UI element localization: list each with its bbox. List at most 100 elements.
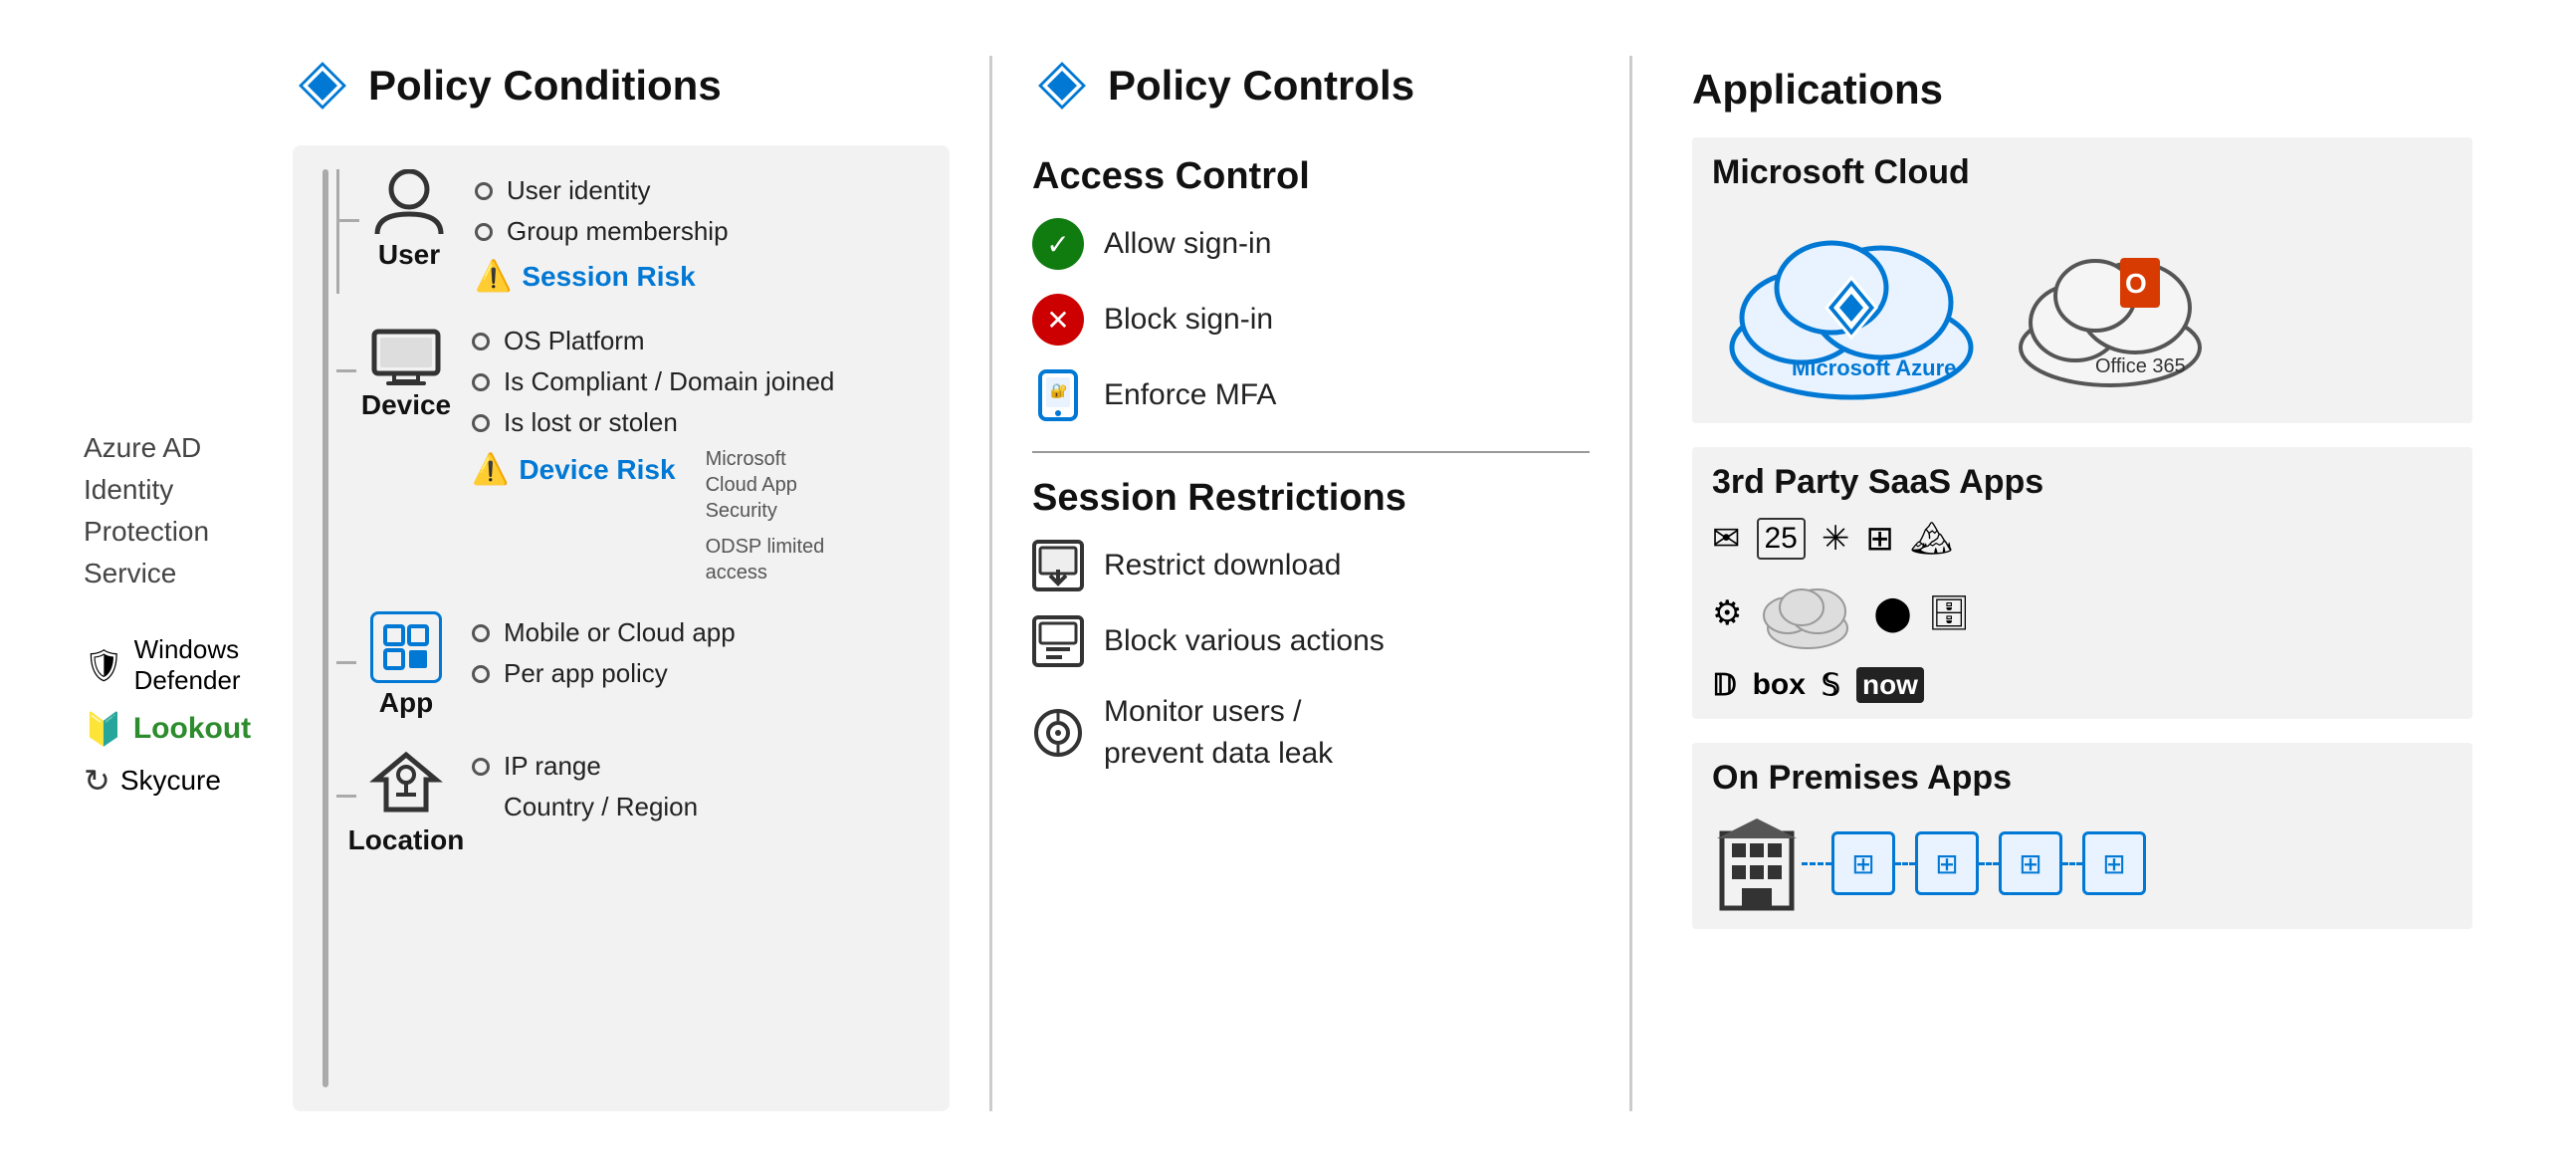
- windows-defender-item: 🛡 WindowsDefender: [84, 634, 263, 696]
- circle-bullet: [472, 665, 490, 683]
- ip-range-item: IP range: [472, 751, 920, 782]
- calendar-app-icon: 25: [1757, 518, 1806, 560]
- svg-text:Office 365: Office 365: [2095, 355, 2186, 377]
- country-region-label: Country / Region: [472, 792, 698, 822]
- user-icon-col: User: [359, 169, 459, 271]
- location-group: Location IP range Country / Region: [336, 745, 920, 856]
- user-icon: [369, 169, 449, 239]
- allow-signin-label: Allow sign-in: [1104, 227, 1271, 261]
- app-group: App Mobile or Cloud app Per app policy: [336, 611, 920, 719]
- proxy-box-1: ⊞: [1831, 831, 1895, 895]
- access-control-title: Access Control: [1032, 155, 1590, 198]
- diamond-icon-controls: [1032, 56, 1092, 116]
- controls-content: Access Control ✓ Allow sign-in ✕ Block s…: [1032, 145, 1590, 1111]
- warning-icon: ⚠️: [472, 452, 509, 487]
- applications-section: Applications Microsoft Cloud: [1672, 56, 2492, 1111]
- controls-divider: [1032, 451, 1590, 453]
- microsoft-cloud-section: Microsoft Cloud Microsoft Azure: [1692, 137, 2472, 423]
- azure-cloud-svg: Microsoft Azure: [1712, 208, 1991, 407]
- app-horiz-line: [336, 661, 356, 664]
- proxy-box-4: ⊞: [2082, 831, 2146, 895]
- group-membership-item: Group membership: [475, 216, 920, 247]
- device-icon-col: Device: [356, 320, 456, 421]
- allow-icon: ✓: [1032, 218, 1084, 270]
- user-horiz-line: [339, 219, 359, 222]
- restrict-download-item: Restrict download: [1032, 540, 1590, 591]
- os-platform-item: OS Platform: [472, 326, 920, 356]
- ds-app-icon: 𝔻: [1712, 668, 1737, 703]
- microsoft-cloud-title: Microsoft Cloud: [1712, 153, 2453, 192]
- circle-bullet: [475, 182, 493, 200]
- saas-content: ✉ 25 ✳ ⊞ 🏔 ⚙: [1712, 518, 2453, 703]
- compliant-item: Is Compliant / Domain joined: [472, 366, 920, 397]
- saas-title: 3rd Party SaaS Apps: [1712, 463, 2453, 502]
- compliant-label: Is Compliant / Domain joined: [504, 366, 834, 397]
- policy-conditions-section: Policy Conditions: [293, 56, 950, 1111]
- block-signin-label: Block sign-in: [1104, 303, 1273, 337]
- policy-controls-header: Policy Controls: [1032, 56, 1590, 116]
- monitor-users-item: Monitor users /prevent data leak: [1032, 691, 1590, 775]
- circle-bullet: [472, 758, 490, 776]
- block-signin-item: ✕ Block sign-in: [1032, 294, 1590, 346]
- circle-bullet: [472, 414, 490, 432]
- windows-defender-label: WindowsDefender: [134, 634, 241, 696]
- device-items: OS Platform Is Compliant / Domain joined…: [456, 326, 920, 585]
- azure-ad-label: Azure ADIdentityProtectionService: [84, 427, 263, 594]
- device-risk-item: ⚠️ Device Risk: [472, 452, 676, 487]
- user-group: User User identity Group membership: [336, 169, 920, 294]
- mfa-phone-icon: 🔐: [1036, 369, 1080, 421]
- gear-app-icon: ⚙: [1712, 593, 1742, 633]
- lookout-icon: 🔰: [84, 710, 123, 748]
- diamond-icon-conditions: [293, 56, 352, 116]
- device-group: Device OS Platform Is Compliant / Domain…: [336, 320, 920, 585]
- monitor-icon-container: [1032, 707, 1084, 759]
- app-label: App: [379, 687, 433, 719]
- dash-2: [1895, 862, 1915, 865]
- access-control-section: Access Control ✓ Allow sign-in ✕ Block s…: [1032, 155, 1590, 421]
- ip-range-label: IP range: [504, 751, 601, 782]
- download-icon-container: [1032, 540, 1084, 591]
- os-platform-label: OS Platform: [504, 326, 645, 356]
- saas-left-icons: ✉ 25 ✳ ⊞ 🏔 ⚙: [1712, 518, 1971, 703]
- session-restrictions-section: Session Restrictions Restrict download: [1032, 477, 1590, 775]
- lost-stolen-label: Is lost or stolen: [504, 407, 678, 438]
- country-region-item: Country / Region: [472, 792, 920, 822]
- skycure-label: Skycure: [120, 765, 221, 797]
- on-premises-content: ⊞ ⊞ ⊞ ⊞: [1712, 814, 2453, 913]
- per-app-policy-item: Per app policy: [472, 658, 920, 689]
- block-actions-icon: [1032, 615, 1084, 667]
- on-premises-title: On Premises Apps: [1712, 759, 2453, 798]
- svg-text:🔐: 🔐: [1050, 382, 1067, 399]
- per-app-policy-label: Per app policy: [504, 658, 668, 689]
- on-premises-section: On Premises Apps ⊞: [1692, 743, 2472, 929]
- device-annotations: MicrosoftCloud AppSecurity ODSP limiteda…: [706, 446, 825, 585]
- mountain-app-icon: 🏔: [1910, 519, 1953, 559]
- device-risk-row: ⚠️ Device Risk MicrosoftCloud AppSecurit…: [472, 446, 920, 585]
- user-identity-item: User identity: [475, 175, 920, 206]
- warning-icon: ⚠️: [475, 259, 512, 294]
- mobile-cloud-app-item: Mobile or Cloud app: [472, 617, 920, 648]
- policy-controls-section: Policy Controls Access Control ✓ Allow s…: [1032, 56, 1590, 1111]
- asterisk-app-icon: ✳: [1822, 519, 1850, 559]
- block-actions-icon-container: [1032, 615, 1084, 667]
- box-app-icon: box: [1753, 668, 1806, 702]
- user-identity-label: User identity: [507, 175, 651, 206]
- saas-apps-section: 3rd Party SaaS Apps ✉ 25 ✳ ⊞ 🏔 ⚙: [1692, 447, 2472, 719]
- app-squares-icon: [383, 624, 429, 670]
- app-icon-col: App: [356, 611, 456, 719]
- saas-row-1: ✉ 25 ✳ ⊞ 🏔: [1712, 518, 1971, 560]
- location-label: Location: [348, 824, 465, 856]
- applications-title: Applications: [1692, 66, 2472, 114]
- saas-row-3: 𝔻 box 𝕊 now: [1712, 667, 1971, 703]
- conditions-groups: User User identity Group membership: [336, 169, 920, 1087]
- location-icon-col: Location: [356, 745, 456, 856]
- s-app-icon: 𝕊: [1822, 668, 1840, 703]
- email-app-icon: ✉: [1712, 519, 1741, 559]
- cloud-visuals: Microsoft Azure O Office 365: [1712, 208, 2453, 407]
- policy-controls-title: Policy Controls: [1108, 62, 1414, 110]
- session-restrictions-title: Session Restrictions: [1032, 477, 1590, 520]
- monitor-icon: [1032, 707, 1084, 759]
- mobile-cloud-app-label: Mobile or Cloud app: [504, 617, 736, 648]
- enforce-mfa-item: 🔐 Enforce MFA: [1032, 369, 1590, 421]
- skycure-item: ↻ Skycure: [84, 762, 263, 800]
